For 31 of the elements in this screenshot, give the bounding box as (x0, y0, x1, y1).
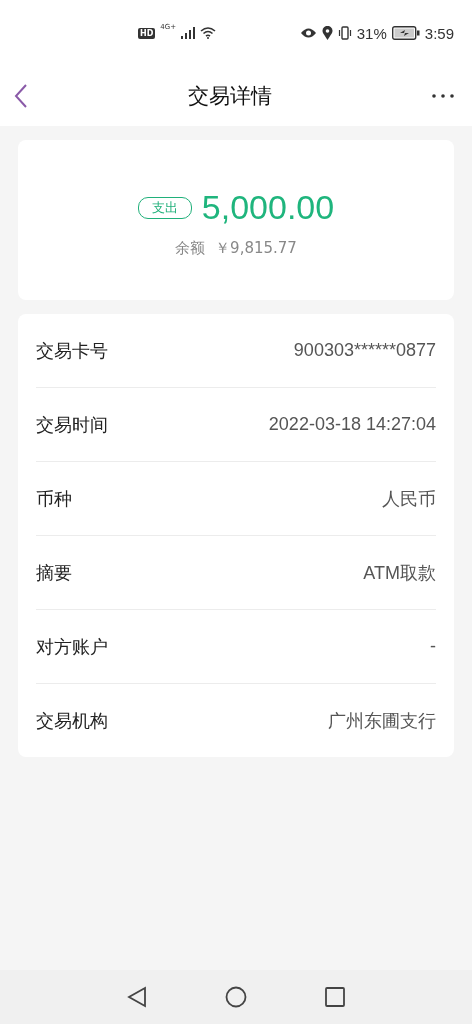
expense-tag: 支出 (137, 196, 192, 219)
detail-value: - (430, 636, 436, 657)
battery-charging-icon (391, 26, 420, 40)
detail-value: 2022-03-18 14:27:04 (268, 414, 436, 435)
detail-value: 广州东圃支行 (328, 709, 436, 733)
back-icon[interactable] (14, 84, 28, 108)
vibrate-icon (337, 26, 352, 40)
recents-nav-icon[interactable] (325, 987, 345, 1007)
battery-percent: 31% (356, 24, 387, 42)
detail-label: 交易机构 (36, 708, 108, 733)
clock-time: 3:59 (424, 24, 454, 42)
eye-icon (299, 27, 317, 39)
balance-value: ￥9,815.77 (215, 239, 297, 258)
more-icon[interactable] (432, 94, 454, 98)
detail-value: ATM取款 (363, 561, 436, 585)
detail-label: 对方账户 (36, 634, 108, 659)
signal-icon (181, 27, 196, 39)
location-icon (321, 26, 333, 40)
detail-value: 人民币 (382, 487, 436, 511)
amount: 5,000.00 (201, 188, 335, 227)
page-title: 交易详情 (188, 83, 272, 110)
hd-badge: HD (138, 27, 156, 39)
detail-label: 交易卡号 (36, 338, 108, 363)
detail-label: 摘要 (36, 560, 72, 585)
back-nav-icon[interactable] (127, 986, 147, 1008)
balance-label: 余额 (175, 239, 206, 258)
detail-label: 交易时间 (36, 412, 108, 437)
wifi-icon (200, 27, 217, 39)
detail-value: 900303******0877 (293, 340, 436, 361)
home-nav-icon[interactable] (225, 986, 247, 1008)
detail-label: 币种 (36, 486, 72, 511)
